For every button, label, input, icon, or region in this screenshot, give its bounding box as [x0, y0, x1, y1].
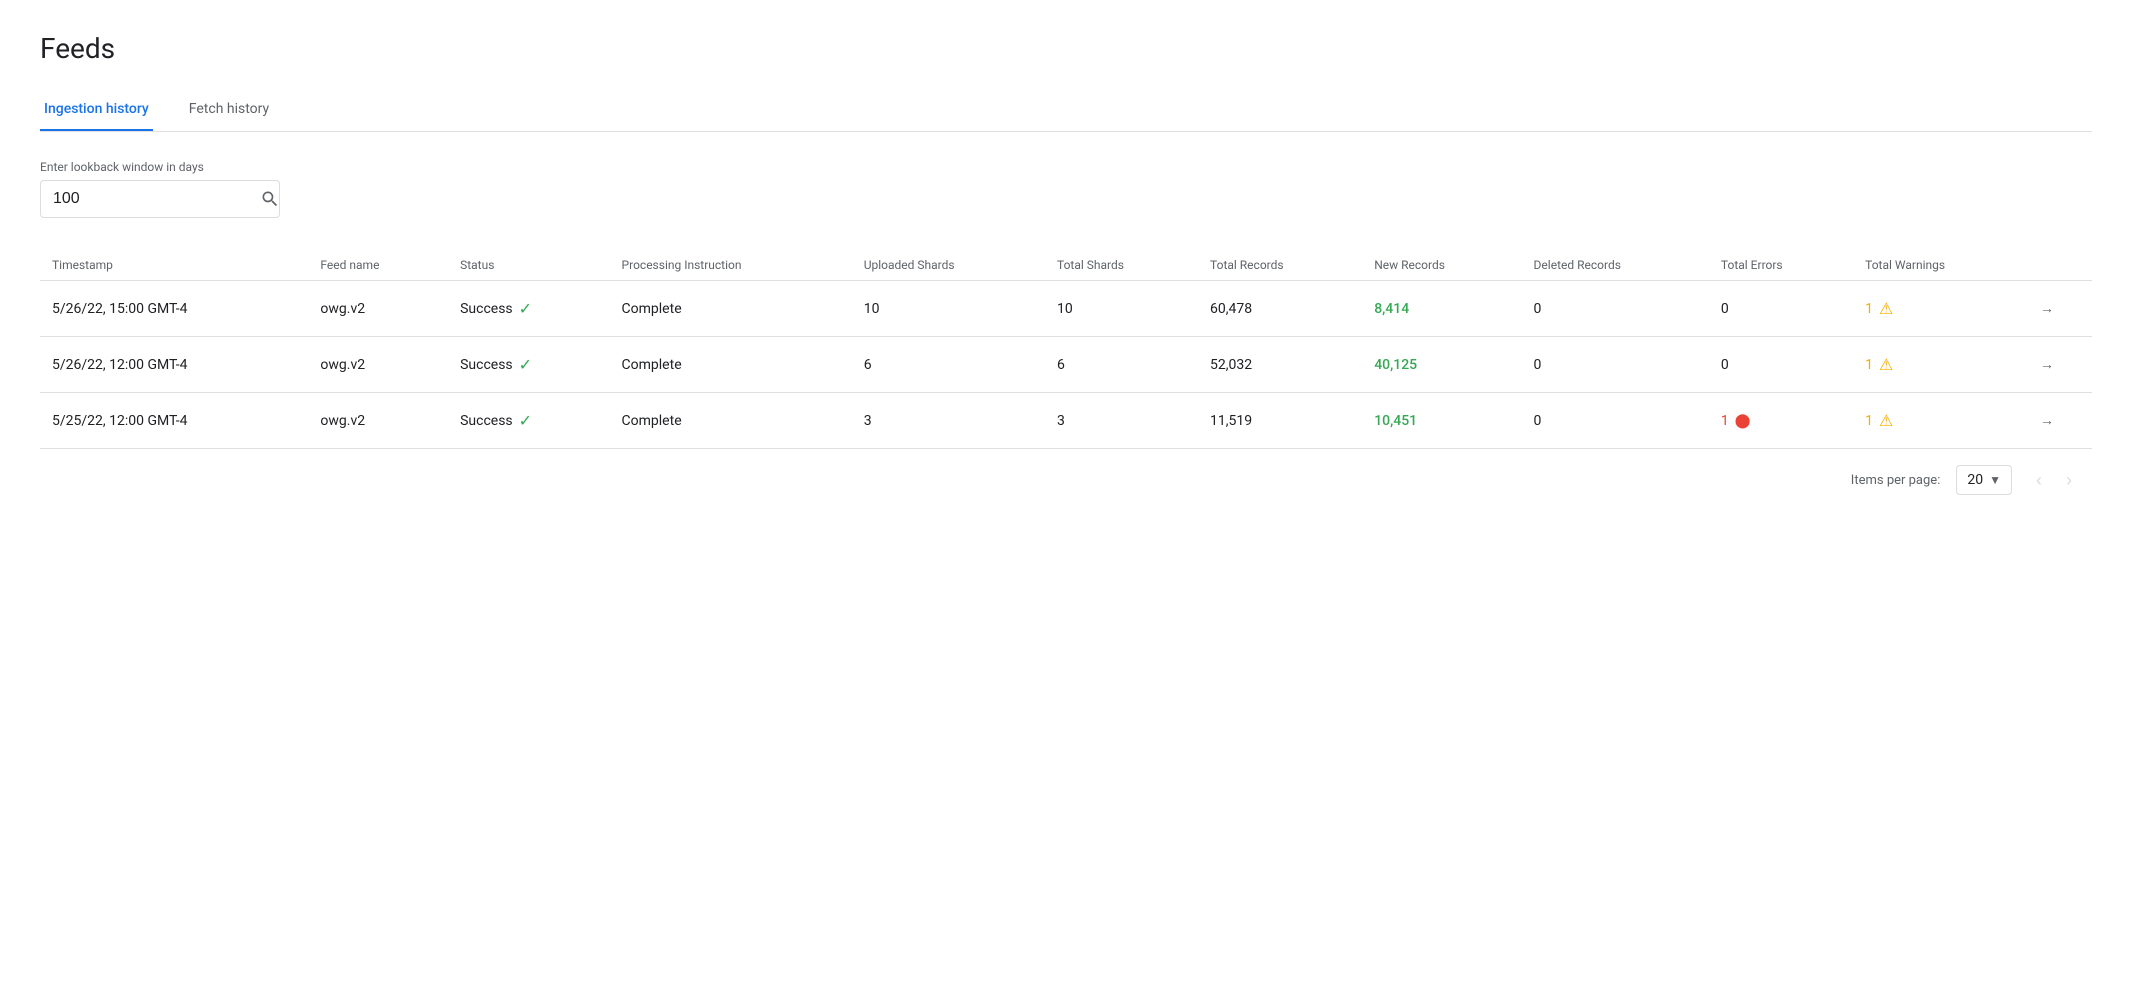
prev-page-button[interactable]: ‹: [2028, 466, 2050, 495]
status-text: Success: [460, 413, 513, 429]
cell-total-warnings: 1⚠: [1853, 281, 2028, 337]
cell-total-records: 60,478: [1198, 281, 1362, 337]
cell-status: Success ✓: [448, 337, 609, 393]
status-text: Success: [460, 301, 513, 317]
cell-uploaded-shards: 10: [852, 281, 1045, 337]
status-text: Success: [460, 357, 513, 373]
table-header-row: Timestamp Feed name Status Processing In…: [40, 250, 2092, 281]
col-feed-name: Feed name: [308, 250, 448, 281]
col-action: [2028, 250, 2092, 281]
col-total-errors: Total Errors: [1709, 250, 1853, 281]
next-page-button[interactable]: ›: [2058, 466, 2080, 495]
cell-feed-name: owg.v2: [308, 281, 448, 337]
warning-icon: ⚠: [1879, 411, 1893, 430]
cell-feed-name: owg.v2: [308, 393, 448, 449]
cell-timestamp: 5/25/22, 12:00 GMT-4: [40, 393, 308, 449]
cell-total-errors: 1⬤: [1709, 393, 1853, 449]
table-row: 5/25/22, 12:00 GMT-4owg.v2 Success ✓ Comple…: [40, 393, 2092, 449]
pagination-row: Items per page: 20 ▼ ‹ ›: [40, 449, 2092, 511]
col-total-records: Total Records: [1198, 250, 1362, 281]
cell-total-warnings: 1⚠: [1853, 337, 2028, 393]
cell-action[interactable]: →: [2028, 337, 2092, 393]
cell-deleted-records: 0: [1522, 337, 1709, 393]
col-deleted-records: Deleted Records: [1522, 250, 1709, 281]
cell-new-records: 40,125: [1362, 337, 1521, 393]
items-per-page-select[interactable]: 20 ▼: [1956, 465, 2012, 495]
tab-bar: Ingestion history Fetch history: [40, 89, 2092, 132]
cell-action[interactable]: →: [2028, 393, 2092, 449]
success-check-icon: ✓: [519, 411, 532, 430]
dropdown-arrow-icon: ▼: [1989, 473, 2001, 487]
col-total-shards: Total Shards: [1045, 250, 1198, 281]
tab-fetch-history[interactable]: Fetch history: [185, 89, 273, 131]
cell-new-records: 10,451: [1362, 393, 1521, 449]
error-count: 1: [1721, 413, 1729, 429]
cell-processing-instruction: Complete: [610, 337, 852, 393]
error-icon: ⬤: [1735, 413, 1751, 429]
ingestion-history-table: Timestamp Feed name Status Processing In…: [40, 250, 2092, 449]
lookback-label: Enter lookback window in days: [40, 160, 2092, 174]
page-title: Feeds: [40, 32, 2092, 65]
table-row: 5/26/22, 15:00 GMT-4owg.v2 Success ✓ Comple…: [40, 281, 2092, 337]
row-navigate-arrow-icon[interactable]: →: [2040, 301, 2054, 317]
cell-deleted-records: 0: [1522, 281, 1709, 337]
row-navigate-arrow-icon[interactable]: →: [2040, 413, 2054, 429]
cell-action[interactable]: →: [2028, 281, 2092, 337]
cell-status: Success ✓: [448, 393, 609, 449]
lookback-section: Enter lookback window in days: [40, 160, 2092, 218]
col-new-records: New Records: [1362, 250, 1521, 281]
warning-count: 1: [1865, 413, 1873, 429]
cell-status: Success ✓: [448, 281, 609, 337]
cell-total-shards: 3: [1045, 393, 1198, 449]
cell-total-warnings: 1⚠: [1853, 393, 2028, 449]
cell-total-records: 52,032: [1198, 337, 1362, 393]
col-total-warnings: Total Warnings: [1853, 250, 2028, 281]
col-timestamp: Timestamp: [40, 250, 308, 281]
pagination-nav: ‹ ›: [2028, 466, 2080, 495]
cell-timestamp: 5/26/22, 15:00 GMT-4: [40, 281, 308, 337]
lookback-input-wrap: [40, 180, 280, 218]
col-status: Status: [448, 250, 609, 281]
cell-total-shards: 10: [1045, 281, 1198, 337]
cell-processing-instruction: Complete: [610, 393, 852, 449]
cell-total-shards: 6: [1045, 337, 1198, 393]
cell-deleted-records: 0: [1522, 393, 1709, 449]
row-navigate-arrow-icon[interactable]: →: [2040, 357, 2054, 373]
cell-processing-instruction: Complete: [610, 281, 852, 337]
cell-uploaded-shards: 6: [852, 337, 1045, 393]
tab-ingestion-history[interactable]: Ingestion history: [40, 89, 153, 131]
col-processing-instruction: Processing Instruction: [610, 250, 852, 281]
cell-timestamp: 5/26/22, 12:00 GMT-4: [40, 337, 308, 393]
feeds-page: Feeds Ingestion history Fetch history En…: [0, 0, 2132, 543]
success-check-icon: ✓: [519, 299, 532, 318]
search-button[interactable]: [260, 189, 280, 209]
cell-uploaded-shards: 3: [852, 393, 1045, 449]
cell-new-records: 8,414: [1362, 281, 1521, 337]
warning-count: 1: [1865, 301, 1873, 317]
warning-count: 1: [1865, 357, 1873, 373]
cell-total-errors: 0: [1709, 281, 1853, 337]
warning-icon: ⚠: [1879, 355, 1893, 374]
search-icon: [260, 189, 280, 209]
success-check-icon: ✓: [519, 355, 532, 374]
lookback-input[interactable]: [53, 190, 260, 208]
cell-total-records: 11,519: [1198, 393, 1362, 449]
cell-total-errors: 0: [1709, 337, 1853, 393]
cell-feed-name: owg.v2: [308, 337, 448, 393]
items-per-page-label: Items per page:: [1851, 473, 1941, 488]
col-uploaded-shards: Uploaded Shards: [852, 250, 1045, 281]
table-row: 5/26/22, 12:00 GMT-4owg.v2 Success ✓ Comple…: [40, 337, 2092, 393]
warning-icon: ⚠: [1879, 299, 1893, 318]
items-per-page-value: 20: [1967, 472, 1983, 488]
